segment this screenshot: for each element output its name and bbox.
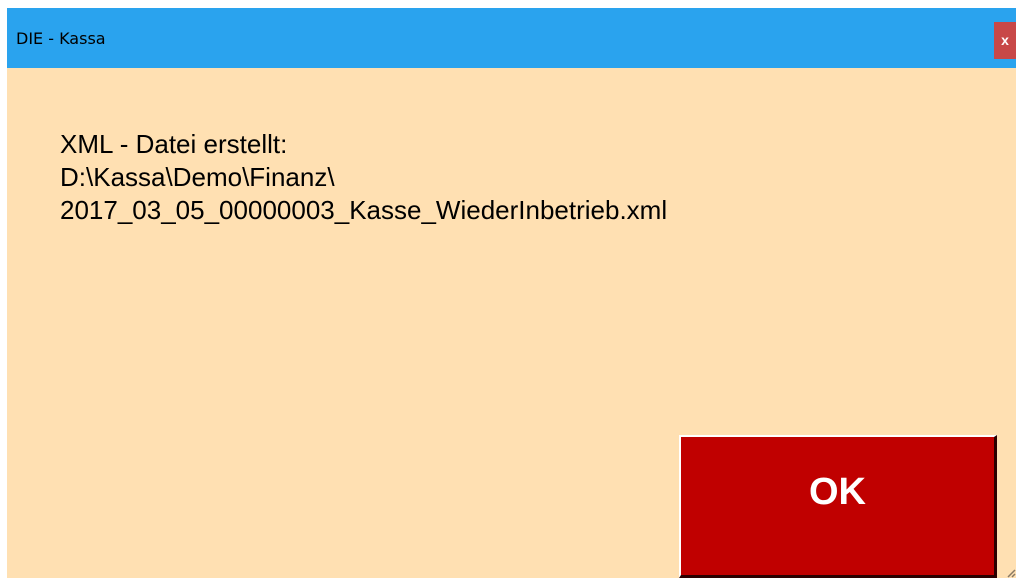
close-icon: x — [1001, 32, 1009, 48]
resize-grip-icon[interactable] — [1004, 566, 1016, 578]
message-line: D:\Kassa\Demo\Finanz\ — [60, 162, 335, 192]
window-title: DIE - Kassa — [16, 29, 106, 48]
message-text: XML - Datei erstellt: D:\Kassa\Demo\Fina… — [60, 128, 667, 227]
message-line: 2017_03_05_00000003_Kasse_WiederInbetrie… — [60, 195, 668, 225]
ok-button[interactable]: OK — [679, 435, 997, 578]
dialog-window: DIE - Kassa x XML - Datei erstellt: D:\K… — [7, 8, 1016, 578]
title-bar[interactable]: DIE - Kassa x — [7, 8, 1016, 68]
message-line: XML - Datei erstellt: — [60, 129, 288, 159]
close-button[interactable]: x — [994, 22, 1016, 59]
